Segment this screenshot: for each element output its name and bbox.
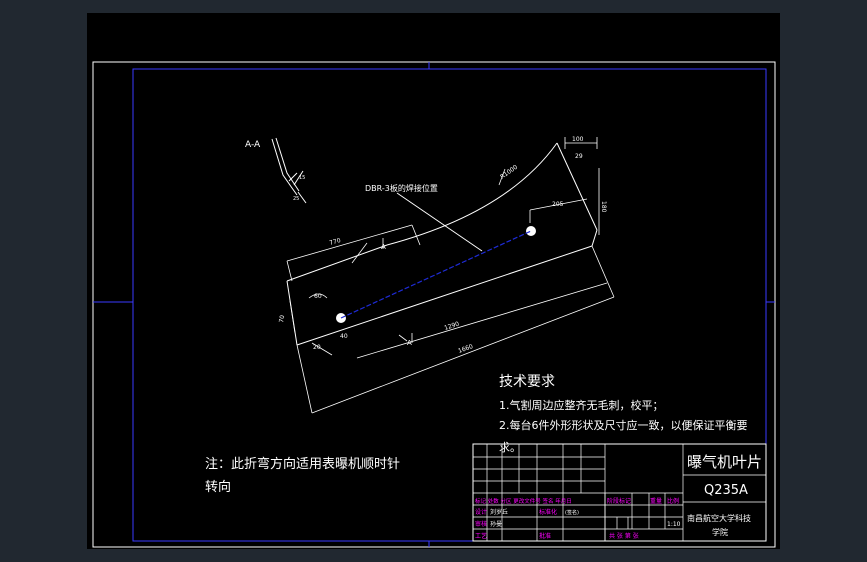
dim-180: 180 bbox=[600, 201, 607, 213]
dim-70: 70 bbox=[278, 314, 286, 323]
tb-org-line-1: 南昌航空大学科技 bbox=[687, 513, 751, 523]
dim-1660: 1660 bbox=[457, 343, 474, 355]
tb-review: 审核 bbox=[475, 520, 487, 528]
tb-stamp: (签名) bbox=[565, 509, 579, 516]
section-marker-top: A bbox=[381, 243, 386, 251]
tb-sheet: 共 张 第 张 bbox=[609, 532, 639, 540]
tb-weight: 重量 bbox=[650, 497, 662, 505]
tb-material: Q235A bbox=[704, 483, 748, 498]
outer-frame bbox=[92, 61, 776, 548]
tech-line-2: 2.每台6件外形形状及尺寸应一致，以便保证平衡要 bbox=[499, 418, 748, 432]
tech-line-1: 1.气割周边应整齐无毛刺，校平； bbox=[499, 398, 664, 412]
weld-label: DBR-3板的焊接位置 bbox=[365, 183, 438, 193]
dim-15: 15 bbox=[299, 175, 305, 181]
dim-205: 205 bbox=[552, 201, 564, 208]
dim-100: 100 bbox=[572, 136, 584, 143]
tb-ratio: 比例 bbox=[667, 497, 679, 505]
drawing-canvas[interactable]: A-A 15 25 DBR-3板的焊接位置 770 1290 1660 205 … bbox=[87, 13, 780, 549]
note-line-2: 转向 bbox=[205, 479, 231, 495]
dim-40: 40 bbox=[340, 333, 348, 340]
frame-ticks bbox=[93, 62, 775, 547]
section-aa-detail bbox=[271, 137, 307, 204]
tb-header-row: 标记 处数 分区 更改文件号 签名 年月日 bbox=[475, 497, 572, 505]
tb-part-name: 曝气机叶片 bbox=[687, 453, 762, 471]
tb-scale: 1:10 bbox=[667, 521, 681, 528]
title-block: 标记 处数 分区 更改文件号 签名 年月日 设计 刘岁丘 标准化 (签名) 审核… bbox=[472, 443, 767, 542]
tb-standard: 标准化 bbox=[539, 508, 557, 516]
dim-29: 29 bbox=[575, 153, 583, 160]
tb-approve: 批准 bbox=[539, 532, 551, 540]
drawing-svg: A-A 15 25 DBR-3板的焊接位置 770 1290 1660 205 … bbox=[92, 61, 776, 548]
note-line-1: 注：此折弯方向适用表曝机顺时针 bbox=[205, 456, 400, 472]
tb-stage: 阶段标记 bbox=[607, 497, 631, 505]
tb-review-name: 孙曼 bbox=[490, 520, 502, 528]
dim-20: 20 bbox=[313, 344, 321, 351]
tb-org-line-2: 学院 bbox=[712, 527, 728, 537]
tb-design-name: 刘岁丘 bbox=[490, 508, 508, 516]
dim-60: 60 bbox=[314, 293, 322, 300]
tech-heading: 技术要求 bbox=[499, 374, 555, 390]
section-label: A-A bbox=[245, 140, 261, 150]
weld-leader bbox=[396, 192, 483, 252]
dim-1290: 1290 bbox=[443, 320, 460, 331]
tb-design: 设计 bbox=[475, 508, 487, 516]
dim-r1000: R1000 bbox=[499, 164, 519, 181]
dimension-lines bbox=[286, 137, 615, 414]
blade-centerline bbox=[340, 230, 532, 319]
dim-25: 25 bbox=[293, 196, 299, 202]
tb-process: 工艺 bbox=[475, 532, 487, 540]
section-marker-bottom: A bbox=[407, 339, 412, 347]
cad-viewport[interactable]: A-A 15 25 DBR-3板的焊接位置 770 1290 1660 205 … bbox=[0, 0, 867, 562]
